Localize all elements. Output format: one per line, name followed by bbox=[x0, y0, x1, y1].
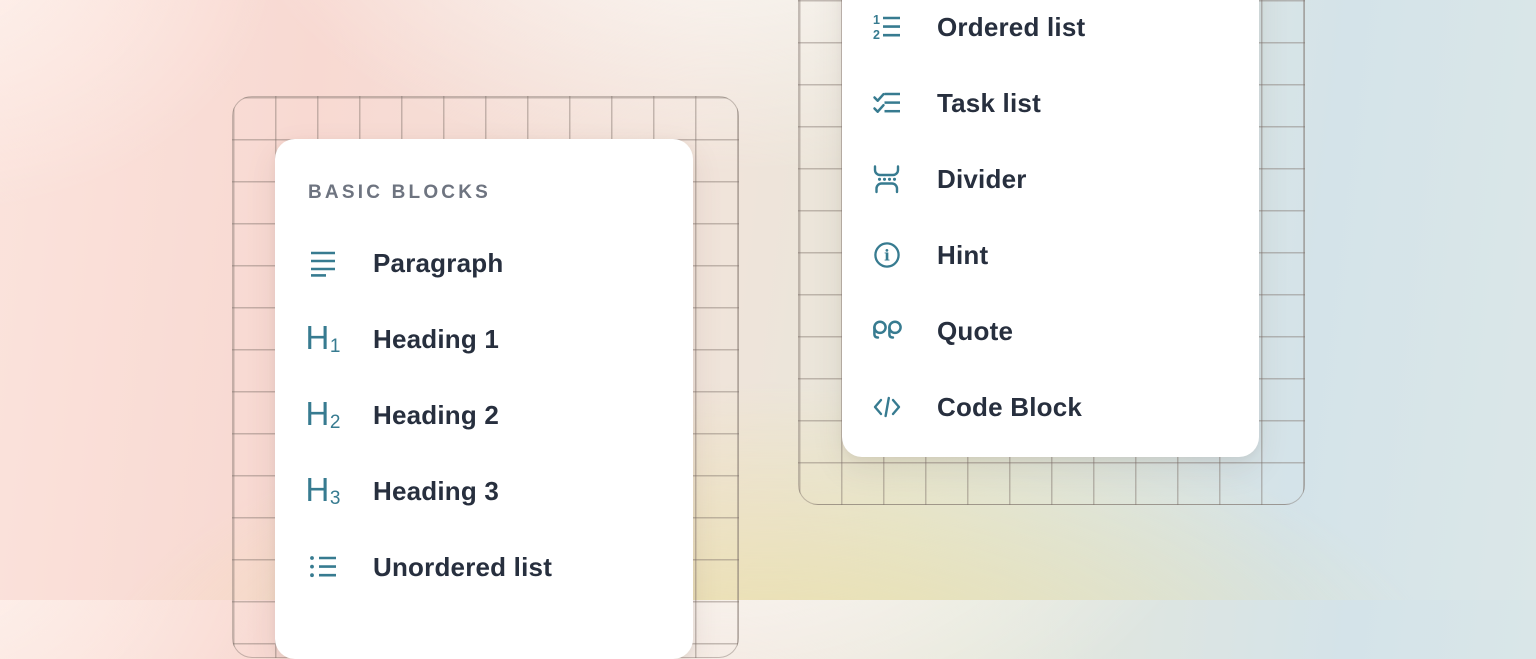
basic-blocks-list: Paragraph H1 Heading 1 H2 Heading 2 H3 H… bbox=[308, 225, 683, 605]
menu-item-heading-2[interactable]: H2 Heading 2 bbox=[308, 377, 683, 453]
menu-item-hint[interactable]: i Hint bbox=[872, 217, 1249, 293]
ordered-list-icon: 1 2 bbox=[872, 12, 902, 42]
menu-item-unordered-list[interactable]: Unordered list bbox=[308, 529, 683, 605]
heading-1-icon: H1 bbox=[308, 324, 338, 354]
menu-item-label: Heading 3 bbox=[373, 476, 499, 506]
menu-item-label: Hint bbox=[937, 240, 988, 270]
hint-icon: i bbox=[872, 240, 902, 270]
svg-text:i: i bbox=[884, 247, 890, 265]
menu-item-ordered-list[interactable]: 1 2 Ordered list bbox=[872, 0, 1249, 65]
menu-item-label: Heading 1 bbox=[373, 324, 499, 354]
basic-blocks-card: BASIC BLOCKS Paragraph H1 Heading 1 bbox=[275, 139, 693, 659]
heading-3-icon: H3 bbox=[308, 476, 338, 506]
unordered-list-icon bbox=[308, 552, 338, 582]
more-blocks-list: 1 2 Ordered list bbox=[872, 0, 1249, 445]
menu-item-label: Task list bbox=[937, 88, 1041, 118]
menu-item-label: Ordered list bbox=[937, 12, 1085, 42]
code-block-icon bbox=[872, 392, 902, 422]
menu-item-heading-3[interactable]: H3 Heading 3 bbox=[308, 453, 683, 529]
svg-text:2: 2 bbox=[873, 28, 880, 42]
menu-item-label: Code Block bbox=[937, 392, 1082, 422]
divider-icon bbox=[872, 164, 902, 194]
task-list-icon bbox=[872, 88, 902, 118]
section-label: BASIC BLOCKS bbox=[308, 183, 683, 203]
paragraph-icon bbox=[308, 248, 338, 278]
menu-item-divider[interactable]: Divider bbox=[872, 141, 1249, 217]
menu-item-quote[interactable]: Quote bbox=[872, 293, 1249, 369]
menu-item-task-list[interactable]: Task list bbox=[872, 65, 1249, 141]
menu-item-heading-1[interactable]: H1 Heading 1 bbox=[308, 301, 683, 377]
menu-item-paragraph[interactable]: Paragraph bbox=[308, 225, 683, 301]
heading-2-icon: H2 bbox=[308, 400, 338, 430]
menu-item-label: Divider bbox=[937, 164, 1027, 194]
menu-item-label: Paragraph bbox=[373, 248, 503, 278]
quote-icon bbox=[872, 316, 902, 346]
svg-text:1: 1 bbox=[873, 13, 880, 27]
more-blocks-card: 1 2 Ordered list bbox=[842, 0, 1259, 457]
menu-item-label: Heading 2 bbox=[373, 400, 499, 430]
menu-item-code-block[interactable]: Code Block bbox=[872, 369, 1249, 445]
menu-item-label: Unordered list bbox=[373, 552, 552, 582]
menu-item-label: Quote bbox=[937, 316, 1013, 346]
